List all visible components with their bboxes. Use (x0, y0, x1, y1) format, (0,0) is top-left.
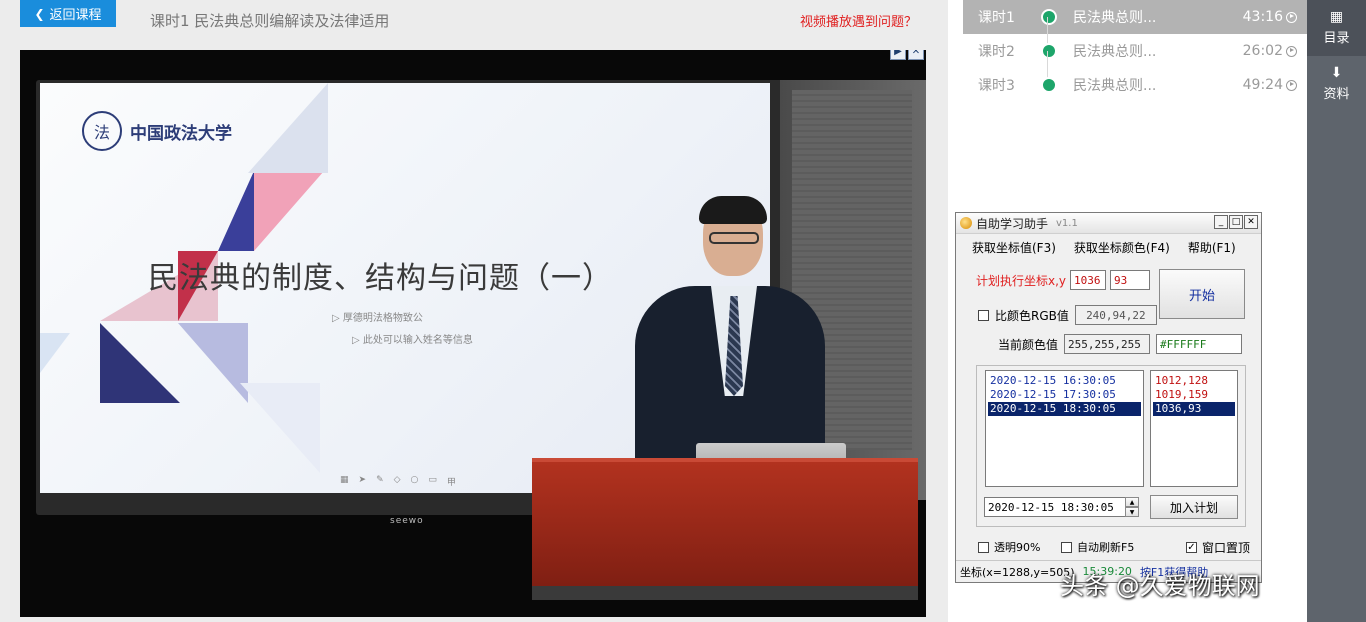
close-icon[interactable]: ✕ (908, 50, 924, 60)
cursor-icon: ➤ (358, 475, 367, 485)
chapter-number: 课时1 (978, 10, 1015, 26)
transparent-label: 透明90% (994, 541, 1041, 554)
auto-refresh-checkbox[interactable] (1061, 541, 1072, 553)
compare-label: 比颜色RGB值 (995, 308, 1069, 323)
window-title: 自助学习助手 (976, 216, 1049, 231)
coord-list[interactable]: 1012,128 1019,159 1036,93 (1150, 370, 1238, 487)
screen-icon: ▭ (428, 475, 437, 485)
slide-toolbar: ▦ ➤ ✎ ◇ ○ ▭ 甲 (340, 475, 456, 488)
slide-subtitle-1: ▷ 厚德明法格物致公 (332, 313, 423, 324)
current-color-input[interactable]: 255,255,255 (1064, 334, 1151, 354)
chapter-list: 课时1 民法典总则... 43:16 课时2 民法典总则... 26:02 课时… (963, 0, 1307, 102)
hex-color-input[interactable]: #FFFFFF (1156, 334, 1243, 354)
back-to-course-button[interactable]: ❮ 返回课程 (20, 0, 116, 27)
compare-rgb-input[interactable]: 240,94,22 (1074, 305, 1157, 325)
text-icon: 甲 (446, 478, 456, 488)
study-helper-window: 自助学习助手 v1.1 _ □ ✕ 获取坐标值(F3) 获取坐标颜色(F4) 帮… (955, 212, 1262, 583)
menu-get-color[interactable]: 获取坐标颜色(F4) (1074, 239, 1170, 259)
spin-up-icon[interactable]: ▲ (1125, 497, 1139, 507)
grid-icon: ▦ (1329, 9, 1344, 25)
datetime-picker[interactable]: 2020-12-15 18:30:05 (984, 497, 1126, 517)
play-icon[interactable]: ▶ (890, 50, 906, 60)
pen-icon: ✎ (376, 475, 384, 485)
close-icon[interactable]: ✕ (1244, 215, 1258, 229)
chevron-left-icon: ❮ (34, 6, 45, 21)
coord-x-input[interactable]: 1036 (1070, 270, 1107, 290)
play-circle-icon[interactable] (1286, 79, 1297, 91)
lesson-title: 课时1 民法典总则编解读及法律适用 (150, 12, 390, 30)
time-list[interactable]: 2020-12-15 16:30:05 2020-12-15 17:30:05 … (985, 370, 1144, 487)
lecturer (625, 196, 835, 466)
slide-title: 民法典的制度、结构与问题（一） (148, 261, 613, 296)
list-item[interactable]: 2020-12-15 16:30:05 (988, 374, 1141, 388)
play-circle-icon[interactable] (1286, 11, 1297, 23)
list-item[interactable]: 1012,128 (1153, 374, 1235, 388)
video-player[interactable]: 法 中国政法大学 民法典的制度、结构与问题（一） ▷ 厚德明法格物致公 ▷ 此处… (20, 50, 926, 617)
spin-down-icon[interactable]: ▼ (1125, 507, 1139, 517)
app-icon (960, 217, 972, 229)
chapter-item-2[interactable]: 课时2 民法典总则... 26:02 (963, 17, 1307, 68)
chapter-name: 民法典总则... (1073, 78, 1157, 94)
download-icon: ⬇ (1330, 65, 1343, 81)
watermark: 头条 @久爱物联网 (1060, 572, 1260, 600)
chapter-duration: 26:02 (1242, 43, 1283, 59)
menu-help[interactable]: 帮助(F1) (1188, 239, 1236, 259)
topmost-checkbox[interactable]: ✓ (1186, 542, 1197, 553)
podium-base (532, 586, 918, 600)
slide-subtitle-2: ▷ 此处可以输入姓名等信息 (352, 335, 473, 346)
current-color-label: 当前颜色值 (998, 337, 1059, 352)
start-button[interactable]: 开始 (1159, 269, 1245, 319)
progress-dot-icon (1041, 43, 1057, 59)
chapter-item-3[interactable]: 课时3 民法典总则... 49:24 (963, 51, 1307, 102)
chapter-number: 课时3 (978, 78, 1015, 94)
logo-text: 中国政法大学 (130, 123, 232, 144)
list-item[interactable]: 2020-12-15 17:30:05 (988, 388, 1141, 402)
list-item[interactable]: 1036,93 (1153, 402, 1235, 416)
sidebar-label: 目录 (1323, 31, 1350, 46)
progress-dot-icon (1041, 9, 1057, 25)
topmost-label: 窗口置顶 (1202, 541, 1251, 555)
chapter-name: 民法典总则... (1073, 44, 1157, 60)
maximize-icon[interactable]: □ (1229, 215, 1243, 229)
grid-icon: ▦ (340, 475, 349, 485)
menu-bar: 获取坐标值(F3) 获取坐标颜色(F4) 帮助(F1) (956, 234, 1261, 259)
back-label: 返回课程 (49, 8, 102, 23)
podium (532, 458, 918, 592)
eraser-icon: ◇ (393, 475, 401, 485)
list-item[interactable]: 1019,159 (1153, 388, 1235, 402)
university-logo: 法 中国政法大学 (82, 111, 232, 151)
coord-y-input[interactable]: 93 (1110, 270, 1151, 290)
sidebar-label: 资料 (1323, 87, 1350, 102)
chapter-name: 民法典总则... (1073, 10, 1157, 26)
seal-icon: 法 (82, 111, 122, 151)
chapter-number: 课时2 (978, 44, 1015, 60)
minimize-icon[interactable]: _ (1214, 215, 1228, 229)
progress-dot-icon (1041, 77, 1057, 93)
sidebar-item-materials[interactable]: ⬇ 资料 (1307, 56, 1366, 112)
list-item[interactable]: 2020-12-15 18:30:05 (988, 402, 1141, 416)
chapter-item-1[interactable]: 课时1 民法典总则... 43:16 (963, 0, 1307, 34)
sidebar-item-catalog[interactable]: ▦ 目录 (1307, 0, 1366, 56)
video-problem-link[interactable]: 视频播放遇到问题？ (800, 11, 917, 30)
auto-refresh-label: 自动刷新F5 (1077, 541, 1135, 554)
transparent-checkbox[interactable] (978, 541, 989, 553)
compare-color-checkbox[interactable] (978, 309, 989, 321)
right-sidebar: ▦ 目录 ⬇ 资料 (1307, 0, 1366, 622)
course-player-area: ❮ 返回课程 课时1 民法典总则编解读及法律适用 视频播放遇到问题？ 法 中国政… (0, 0, 948, 622)
play-circle-icon[interactable] (1286, 45, 1297, 57)
ad-controls: ▶ ✕ (890, 50, 924, 60)
coord-label: 计划执行坐标x,y (976, 273, 1067, 288)
window-version: v1.1 (1056, 217, 1078, 229)
add-plan-button[interactable]: 加入计划 (1150, 495, 1238, 519)
zoom-icon: ○ (410, 475, 419, 485)
status-coords: 坐标(x=1288,y=505) (960, 565, 1075, 579)
chapter-duration: 43:16 (1242, 9, 1283, 25)
menu-get-coords[interactable]: 获取坐标值(F3) (972, 239, 1056, 259)
window-titlebar[interactable]: 自助学习助手 v1.1 _ □ ✕ (956, 213, 1261, 234)
seewo-brand: seewo (390, 516, 424, 526)
chapter-duration: 49:24 (1242, 77, 1283, 93)
